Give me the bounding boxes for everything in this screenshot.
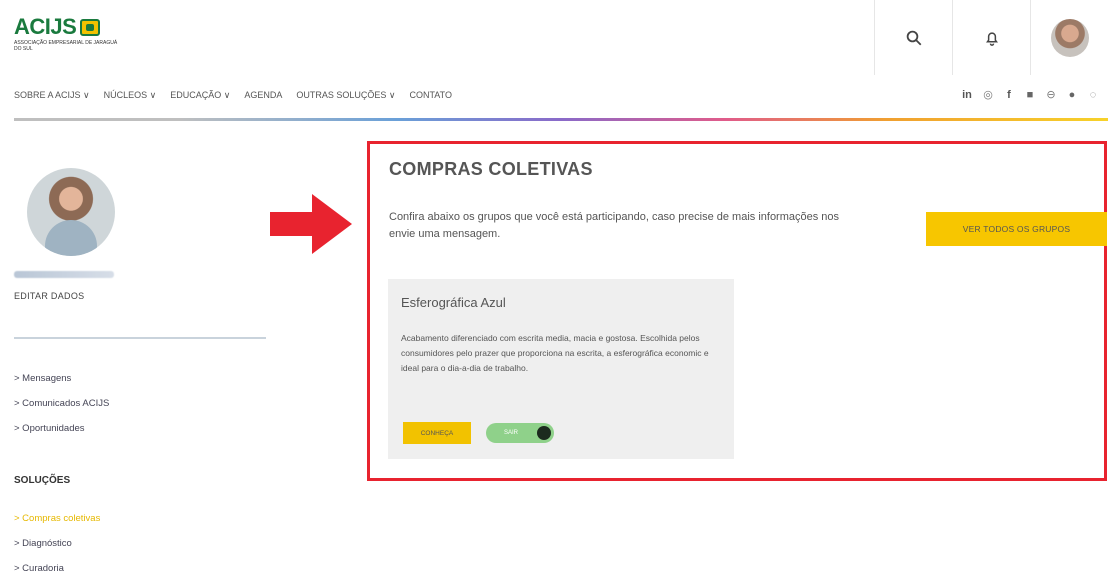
toggle-label: SAIR [503,430,518,436]
notifications-button[interactable] [952,0,1030,75]
red-arrow-icon [270,194,352,254]
solutions-menu: > Compras coletivas > Diagnóstico > Cura… [14,506,100,574]
solutions-heading: SOLUÇÕES [14,475,71,486]
main-nav: SOBRE A ACIJS ∨ NÚCLEOS ∨ EDUCAÇÃO ∨ AGE… [14,90,452,101]
sidebar-item-curadoria[interactable]: > Curadoria [14,556,100,574]
social-links: in ◎ f ■ ⊖ ● ◌ [962,88,1098,102]
sidebar-item-oportunidades[interactable]: > Oportunidades [14,416,109,441]
edit-profile-link[interactable]: EDITAR DADOS [14,291,84,301]
nav-item-sobre[interactable]: SOBRE A ACIJS ∨ [14,90,90,101]
header-divider [14,118,1108,121]
nav-item-agenda[interactable]: AGENDA [244,90,282,101]
nav-item-educacao[interactable]: EDUCAÇÃO ∨ [170,90,230,101]
page-title: COMPRAS COLETIVAS [389,159,593,179]
sidebar-menu: > Mensagens > Comunicados ACIJS > Oportu… [14,366,109,441]
profile-name-blurred [14,271,114,278]
facebook-icon[interactable]: f [1004,89,1014,101]
header-actions [874,0,1108,75]
card-description: Acabamento diferenciado com escrita medi… [401,333,709,373]
view-all-groups-button[interactable]: VER TODOS OS GRUPOS [926,212,1107,246]
whatsapp-icon[interactable]: ◌ [1088,89,1098,101]
logo-text: ACIJS [14,14,77,39]
sidebar-divider [14,337,266,339]
search-button[interactable] [874,0,952,75]
nav-item-outras-solucoes[interactable]: OUTRAS SOLUÇÕES ∨ [296,90,395,101]
bell-icon [985,31,998,46]
toggle-knob [537,426,551,440]
card-learn-more-button[interactable]: CONHEÇA [403,422,471,444]
acijs-logo[interactable]: ACIJS Associação Empresarial de Jaraguá … [14,14,124,53]
flickr-icon[interactable]: ⊖ [1046,88,1056,101]
instagram-icon[interactable]: ◎ [983,88,993,101]
sidebar-item-compras-coletivas[interactable]: > Compras coletivas [14,506,100,531]
group-card: Esferográfica Azul Acabamento diferencia… [388,279,734,459]
card-title: Esferográfica Azul [401,295,506,310]
nav-item-nucleos[interactable]: NÚCLEOS ∨ [104,90,157,101]
sidebar-item-diagnostico[interactable]: > Diagnóstico [14,531,100,556]
logo-subtitle: Associação Empresarial de Jaraguá do Sul [14,40,118,52]
nav-item-contato[interactable]: CONTATO [409,90,452,101]
leave-group-toggle[interactable]: SAIR [486,423,554,443]
avatar [1050,18,1089,57]
user-menu-button[interactable] [1030,0,1108,75]
page-description: Confira abaixo os grupos que você está p… [389,211,840,240]
logo-mark-icon [80,18,101,36]
sidebar-item-comunicados[interactable]: > Comunicados ACIJS [14,391,109,416]
spotify-icon[interactable]: ● [1067,89,1077,101]
linkedin-icon[interactable]: in [962,89,972,101]
search-icon [906,30,921,45]
profile-photo [27,168,115,256]
sidebar-item-mensagens[interactable]: > Mensagens [14,366,109,391]
youtube-icon[interactable]: ■ [1025,89,1035,101]
